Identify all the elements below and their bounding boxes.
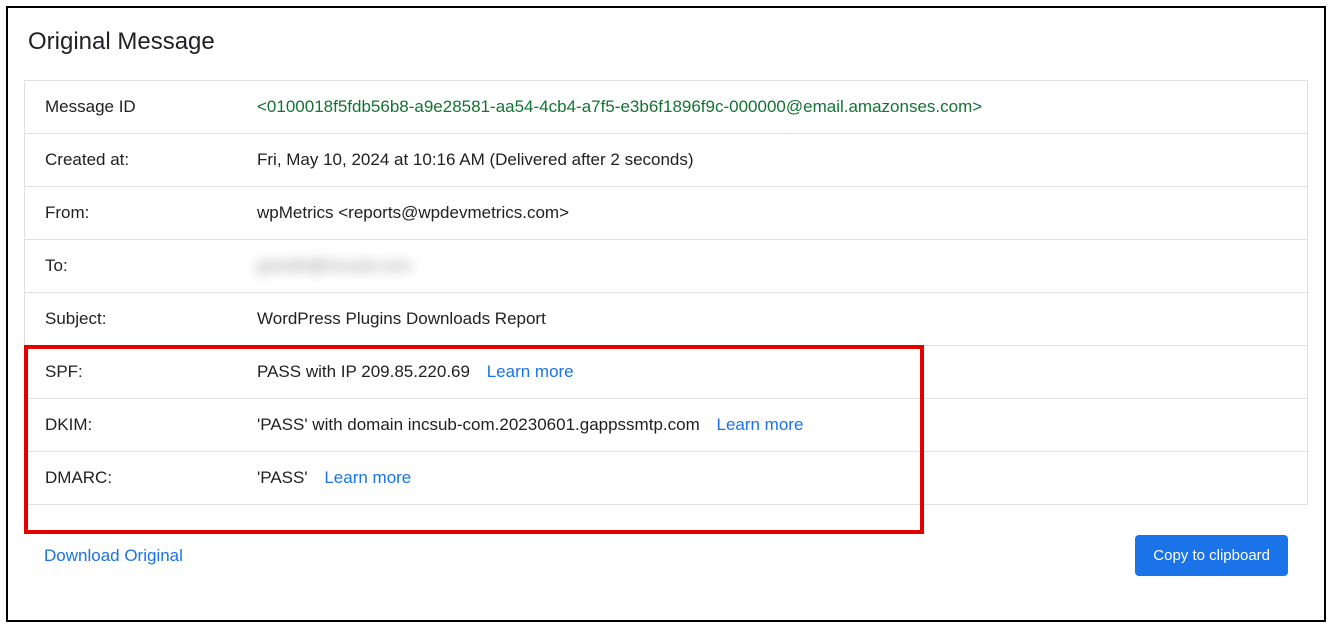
value-subject: WordPress Plugins Downloads Report: [257, 309, 1287, 329]
copy-to-clipboard-button[interactable]: Copy to clipboard: [1135, 535, 1288, 576]
value-message-id: <0100018f5fdb56b8-a9e28581-aa54-4cb4-a7f…: [257, 97, 1287, 117]
value-dmarc-text: 'PASS': [257, 468, 308, 487]
row-created-at: Created at: Fri, May 10, 2024 at 10:16 A…: [25, 134, 1307, 187]
original-message-panel: Original Message Message ID <0100018f5fd…: [6, 6, 1326, 622]
download-original-link[interactable]: Download Original: [44, 546, 183, 566]
row-subject: Subject: WordPress Plugins Downloads Rep…: [25, 293, 1307, 346]
learn-more-dkim[interactable]: Learn more: [716, 415, 803, 434]
label-dkim: DKIM:: [45, 415, 257, 435]
row-to: To: growth@incsub.com: [25, 240, 1307, 293]
page-title: Original Message: [24, 28, 1308, 56]
label-spf: SPF:: [45, 362, 257, 382]
footer: Download Original Copy to clipboard: [24, 505, 1308, 576]
value-dkim-text: 'PASS' with domain incsub-com.20230601.g…: [257, 415, 700, 434]
label-to: To:: [45, 256, 257, 276]
label-dmarc: DMARC:: [45, 468, 257, 488]
label-created-at: Created at:: [45, 150, 257, 170]
row-from: From: wpMetrics <reports@wpdevmetrics.co…: [25, 187, 1307, 240]
value-from: wpMetrics <reports@wpdevmetrics.com>: [257, 203, 1287, 223]
value-dkim: 'PASS' with domain incsub-com.20230601.g…: [257, 415, 1287, 435]
info-table: Message ID <0100018f5fdb56b8-a9e28581-aa…: [24, 80, 1308, 505]
row-dkim: DKIM: 'PASS' with domain incsub-com.2023…: [25, 399, 1307, 452]
row-message-id: Message ID <0100018f5fdb56b8-a9e28581-aa…: [25, 81, 1307, 134]
learn-more-dmarc[interactable]: Learn more: [324, 468, 411, 487]
label-message-id: Message ID: [45, 97, 257, 117]
learn-more-spf[interactable]: Learn more: [487, 362, 574, 381]
label-subject: Subject:: [45, 309, 257, 329]
value-created-at: Fri, May 10, 2024 at 10:16 AM (Delivered…: [257, 150, 1287, 170]
row-dmarc: DMARC: 'PASS' Learn more: [25, 452, 1307, 504]
value-dmarc: 'PASS' Learn more: [257, 468, 1287, 488]
value-spf: PASS with IP 209.85.220.69 Learn more: [257, 362, 1287, 382]
value-spf-text: PASS with IP 209.85.220.69: [257, 362, 470, 381]
value-to: growth@incsub.com: [257, 256, 1287, 276]
row-spf: SPF: PASS with IP 209.85.220.69 Learn mo…: [25, 346, 1307, 399]
label-from: From:: [45, 203, 257, 223]
